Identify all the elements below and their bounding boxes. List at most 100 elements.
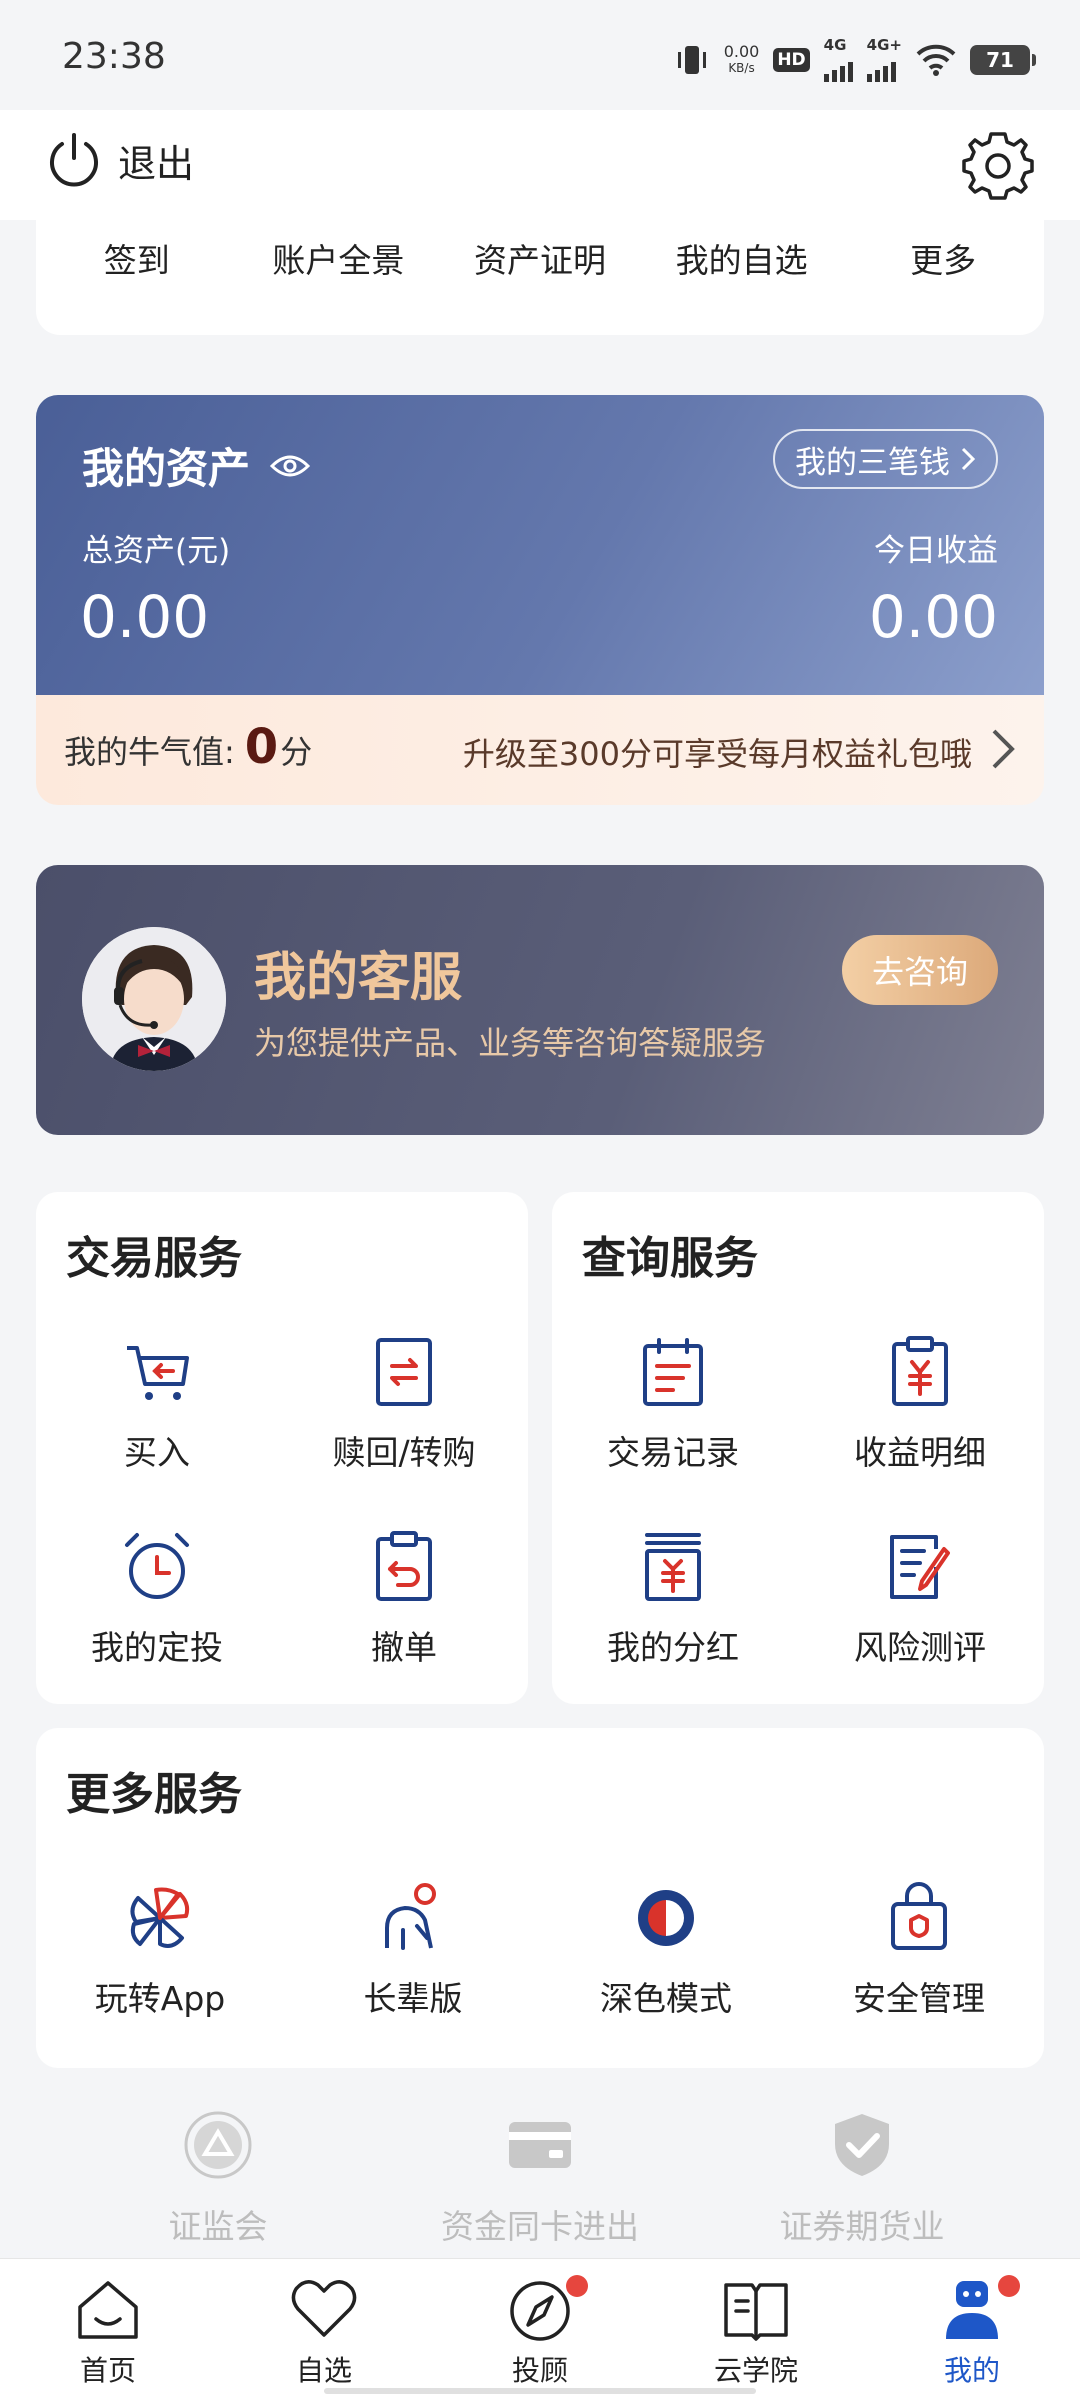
tab-academy[interactable]: 云学院 bbox=[686, 2273, 826, 2389]
service-app-guide[interactable]: 玩转App bbox=[60, 1878, 260, 2020]
service-risk-assessment[interactable]: 风险测评 bbox=[820, 1527, 1020, 1669]
quick-link-more[interactable]: 更多 bbox=[843, 234, 1043, 282]
sim1-label: 4G bbox=[823, 36, 847, 54]
undo-clipboard-icon bbox=[376, 1531, 432, 1601]
service-auto-invest-label: 我的定投 bbox=[91, 1628, 223, 1667]
trade-services-panel: 交易服务 买入 赎回/转购 我的定投 撤单 bbox=[36, 1192, 528, 1704]
service-buy[interactable]: 买入 bbox=[57, 1332, 257, 1474]
service-elder-mode-label: 长辈版 bbox=[363, 1979, 463, 2018]
power-icon bbox=[50, 133, 98, 187]
exchange-doc-icon bbox=[376, 1338, 432, 1406]
service-income-details[interactable]: 收益明细 bbox=[820, 1332, 1020, 1474]
tab-advisor[interactable]: 投顾 bbox=[470, 2273, 610, 2389]
asset-card[interactable]: 我的资产 我的三笔钱 总资产(元) 今日收益 0.00 0.00 bbox=[36, 395, 1044, 695]
total-assets-value: 0.00 bbox=[80, 583, 210, 651]
notification-dot bbox=[998, 2275, 1020, 2297]
tab-advisor-label: 投顾 bbox=[511, 2354, 568, 2387]
service-trade-records-label: 交易记录 bbox=[607, 1433, 739, 1472]
sim2-signal: 4G+ bbox=[866, 36, 902, 82]
pinwheel-icon bbox=[130, 1887, 190, 1948]
customer-service-subtitle: 为您提供产品、业务等咨询答疑服务 bbox=[254, 1024, 767, 1062]
service-elder-mode[interactable]: 长辈版 bbox=[313, 1878, 513, 2020]
total-assets-label: 总资产(元) bbox=[82, 533, 231, 569]
service-trade-records[interactable]: 交易记录 bbox=[573, 1332, 773, 1474]
query-services-title: 查询服务 bbox=[582, 1233, 758, 1284]
today-income-value: 0.00 bbox=[868, 583, 998, 651]
query-services-panel: 查询服务 交易记录 收益明细 我的分红 风险测评 bbox=[552, 1192, 1044, 1704]
service-cancel-order-label: 撤单 bbox=[371, 1628, 437, 1667]
book-icon bbox=[724, 2283, 788, 2341]
regulator-same-card[interactable]: 资金同卡进出 bbox=[390, 2110, 690, 2248]
cart-icon bbox=[127, 1346, 189, 1400]
logout-label: 退出 bbox=[118, 141, 195, 186]
customer-service-card[interactable]: 我的客服 为您提供产品、业务等咨询答疑服务 去咨询 bbox=[36, 865, 1044, 1135]
service-redeem[interactable]: 赎回/转购 bbox=[304, 1332, 504, 1474]
sim2-label: 4G+ bbox=[866, 36, 902, 54]
bull-value-banner[interactable]: 我的牛气值: 0 分 升级至300分可享受每月权益礼包哦 bbox=[36, 695, 1044, 805]
consult-button[interactable]: 去咨询 bbox=[841, 935, 998, 1005]
asset-title: 我的资产 bbox=[82, 444, 251, 493]
vibrate-icon bbox=[677, 46, 706, 74]
bull-number: 0 bbox=[244, 719, 279, 775]
top-bar: 退出 bbox=[0, 110, 1080, 220]
service-income-details-label: 收益明细 bbox=[854, 1433, 986, 1472]
shield-check-icon bbox=[835, 2114, 889, 2176]
elder-person-icon bbox=[385, 1883, 436, 1950]
eye-icon[interactable] bbox=[270, 452, 311, 480]
hd-icon: HD bbox=[773, 48, 810, 72]
dark-mode-icon bbox=[638, 1890, 694, 1946]
tab-watchlist[interactable]: 自选 bbox=[254, 2273, 394, 2389]
quick-link-asset-proof[interactable]: 资产证明 bbox=[440, 234, 640, 282]
service-buy-label: 买入 bbox=[124, 1433, 190, 1472]
regulator-csrc-label: 证监会 bbox=[168, 2207, 268, 2246]
regulator-csrc[interactable]: 证监会 bbox=[68, 2110, 368, 2248]
quick-link-account-overview[interactable]: 账户全景 bbox=[238, 234, 438, 282]
home-icon bbox=[78, 2281, 138, 2339]
service-security-label: 安全管理 bbox=[853, 1979, 985, 2018]
csrc-seal-icon bbox=[184, 2111, 252, 2179]
tab-home[interactable]: 首页 bbox=[38, 2273, 178, 2389]
tab-mine-label: 我的 bbox=[943, 2354, 1000, 2387]
more-services-title: 更多服务 bbox=[66, 1769, 242, 1820]
customer-service-title: 我的客服 bbox=[254, 948, 463, 1008]
tab-home-label: 首页 bbox=[79, 2354, 136, 2387]
edit-document-icon bbox=[890, 1535, 950, 1599]
tab-mine[interactable]: 我的 bbox=[902, 2273, 1042, 2389]
service-dark-mode-label: 深色模式 bbox=[600, 1979, 732, 2018]
customer-service-avatar bbox=[82, 927, 226, 1071]
quick-links: 签到 账户全景 资产证明 我的自选 更多 bbox=[36, 220, 1044, 335]
wifi-icon bbox=[916, 44, 956, 76]
quick-link-signin[interactable]: 签到 bbox=[37, 234, 237, 282]
trade-services-title: 交易服务 bbox=[66, 1233, 242, 1284]
service-redeem-label: 赎回/转购 bbox=[332, 1433, 476, 1472]
service-dividends[interactable]: 我的分红 bbox=[573, 1527, 773, 1669]
service-cancel-order[interactable]: 撤单 bbox=[304, 1527, 504, 1669]
battery-icon: 71 bbox=[970, 45, 1036, 75]
bull-promo: 升级至300分可享受每月权益礼包哦 bbox=[462, 735, 972, 773]
more-services-panel: 更多服务 玩转App 长辈版 深色模式 安全管理 bbox=[36, 1728, 1044, 2068]
calendar-list-icon bbox=[643, 1338, 703, 1406]
notification-dot bbox=[566, 2275, 588, 2297]
regulatory-row: 证监会 资金同卡进出 证券期货业 bbox=[0, 2110, 1080, 2260]
three-money-label: 我的三笔钱 bbox=[795, 444, 950, 481]
bull-label: 我的牛气值: bbox=[64, 733, 235, 771]
service-risk-assessment-label: 风险测评 bbox=[854, 1628, 986, 1667]
quick-link-watchlist[interactable]: 我的自选 bbox=[642, 234, 842, 282]
logout-button[interactable]: 退出 bbox=[46, 130, 194, 190]
three-money-button[interactable]: 我的三笔钱 bbox=[773, 429, 998, 489]
tab-academy-label: 云学院 bbox=[713, 2354, 798, 2387]
chevron-right-icon bbox=[961, 447, 976, 471]
home-indicator bbox=[324, 2388, 756, 2394]
yuan-clipboard-icon bbox=[892, 1336, 948, 1406]
heart-icon bbox=[291, 2280, 357, 2337]
regulator-securities[interactable]: 证券期货业 bbox=[712, 2110, 1012, 2248]
service-auto-invest[interactable]: 我的定投 bbox=[57, 1527, 257, 1669]
asset-title-row: 我的资产 bbox=[82, 435, 311, 496]
card-icon bbox=[509, 2122, 571, 2168]
status-time: 23:38 bbox=[62, 36, 166, 77]
gear-icon[interactable] bbox=[960, 128, 1036, 204]
net-speed-unit: KB/s bbox=[728, 61, 755, 75]
service-security[interactable]: 安全管理 bbox=[819, 1878, 1019, 2020]
service-dark-mode[interactable]: 深色模式 bbox=[566, 1878, 766, 2020]
bottom-tab-bar: 首页 自选 投顾 云学院 我的 bbox=[0, 2258, 1080, 2400]
